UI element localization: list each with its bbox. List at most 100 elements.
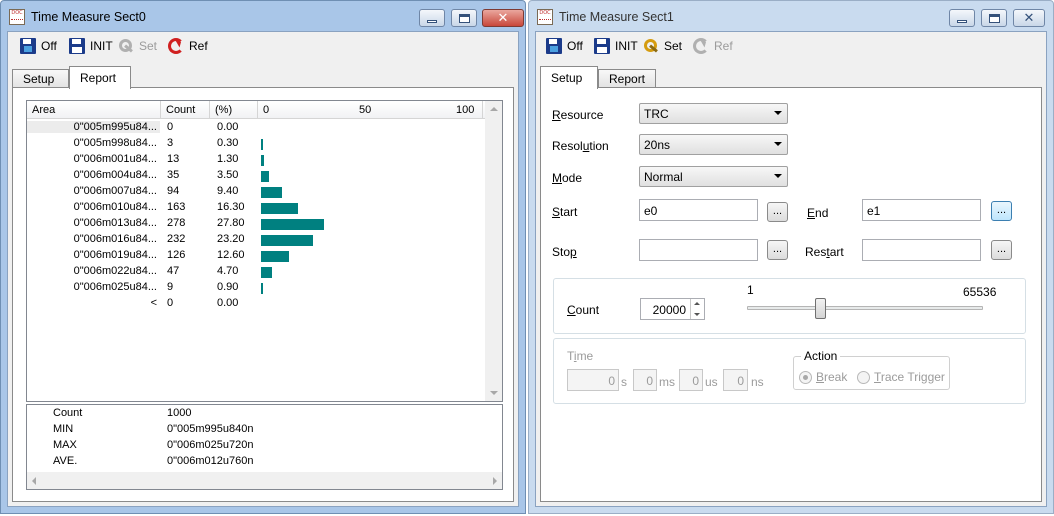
- end-input[interactable]: e1: [862, 199, 981, 221]
- time-ms-input[interactable]: 0: [633, 369, 657, 391]
- table-row[interactable]: <0 0.00: [27, 296, 487, 312]
- count-slider-track[interactable]: [747, 306, 983, 310]
- histogram-bar: [261, 219, 324, 230]
- off-button[interactable]: Off: [20, 37, 57, 54]
- minimize-icon: [427, 19, 437, 23]
- time-ns-input[interactable]: 0: [723, 369, 748, 391]
- horizontal-scrollbar[interactable]: [27, 472, 502, 489]
- floppy-disk-icon: [20, 37, 36, 54]
- column-percent[interactable]: (%): [210, 101, 258, 119]
- close-button[interactable]: ✕: [1013, 9, 1045, 27]
- stop-browse-button[interactable]: ...: [767, 240, 788, 260]
- tab-setup[interactable]: Setup: [12, 69, 69, 88]
- percent-cell: 0.00: [217, 297, 239, 309]
- refresh-icon: [168, 37, 184, 54]
- ref-button[interactable]: Ref: [693, 37, 733, 54]
- resolution-select[interactable]: 20ns: [639, 134, 788, 155]
- table-row[interactable]: 0"006m019u84... 126 12.60: [27, 248, 487, 264]
- count-group: Count 20000 1 65536: [553, 278, 1026, 334]
- minimize-button[interactable]: [949, 9, 975, 27]
- mode-value: Normal: [644, 170, 683, 184]
- vertical-scrollbar[interactable]: [485, 101, 502, 401]
- area-cell: 0"006m025u84...: [73, 281, 157, 293]
- floppy-disk-icon: [546, 37, 562, 54]
- report-panel: Area Count (%) 0 50 100 0"005m995u84... 0…: [12, 87, 514, 502]
- maximize-icon: [458, 13, 470, 23]
- set-button[interactable]: Set: [643, 37, 682, 54]
- scroll-down-icon[interactable]: [490, 391, 498, 395]
- window-client: Off INIT Set Ref Setup Report Area Count…: [7, 31, 519, 507]
- set-label: Set: [664, 38, 683, 53]
- minimize-button[interactable]: [419, 9, 445, 27]
- count-cell: 278: [167, 217, 186, 229]
- scroll-left-icon[interactable]: [32, 477, 36, 485]
- table-row[interactable]: 0"006m013u84... 278 27.80: [27, 216, 487, 232]
- maximize-button[interactable]: [451, 9, 477, 27]
- resource-select[interactable]: TRC: [639, 103, 788, 124]
- title-bar[interactable]: DOC Time Measure Sect1 ✕: [529, 1, 1053, 31]
- column-count[interactable]: Count: [161, 101, 210, 119]
- summary-value: 0"005m995u840n: [167, 423, 254, 435]
- restart-browse-button[interactable]: ...: [991, 240, 1012, 260]
- stop-input[interactable]: [639, 239, 758, 261]
- maximize-button[interactable]: [981, 9, 1007, 27]
- toolbar: Off INIT Set Ref: [8, 32, 518, 59]
- init-button[interactable]: INIT: [594, 37, 638, 54]
- tab-report[interactable]: Report: [598, 69, 656, 88]
- chevron-down-icon: [774, 174, 782, 178]
- window-title: Time Measure Sect0: [31, 10, 146, 24]
- column-graph[interactable]: 0 50 100: [258, 101, 483, 119]
- title-bar[interactable]: DOC Time Measure Sect0 ✕: [1, 1, 525, 31]
- ref-button[interactable]: Ref: [168, 37, 208, 54]
- time-us-input[interactable]: 0: [679, 369, 703, 391]
- table-row[interactable]: 0"006m004u84... 35 3.50: [27, 168, 487, 184]
- percent-cell: 23.20: [217, 233, 245, 245]
- tab-setup[interactable]: Setup: [540, 66, 598, 89]
- table-row[interactable]: 0"006m001u84... 13 1.30: [27, 152, 487, 168]
- off-button[interactable]: Off: [546, 37, 583, 54]
- restart-input[interactable]: [862, 239, 981, 261]
- count-spinner[interactable]: [690, 299, 704, 319]
- table-row[interactable]: 0"005m998u84... 3 0.30: [27, 136, 487, 152]
- toolbar: Off INIT Set Ref: [536, 32, 1046, 59]
- table-row[interactable]: 0"006m016u84... 232 23.20: [27, 232, 487, 248]
- break-radio[interactable]: Break: [799, 370, 847, 384]
- resolution-value: 20ns: [644, 138, 671, 152]
- tab-report[interactable]: Report: [69, 66, 131, 89]
- close-button[interactable]: ✕: [482, 9, 524, 27]
- scroll-right-icon[interactable]: [493, 477, 497, 485]
- trace-trigger-radio[interactable]: Trace Trigger: [857, 370, 945, 384]
- start-browse-button[interactable]: ...: [767, 202, 788, 222]
- area-cell: 0"005m995u84...: [27, 121, 160, 133]
- table-row[interactable]: 0"006m007u84... 94 9.40: [27, 184, 487, 200]
- end-browse-button[interactable]: ...: [991, 201, 1012, 221]
- percent-cell: 3.50: [217, 169, 239, 181]
- area-cell: 0"006m001u84...: [73, 153, 157, 165]
- summary-value: 0"006m012u760n: [167, 455, 254, 467]
- summary-value: 1000: [167, 407, 192, 419]
- ref-label: Ref: [714, 38, 733, 53]
- set-button[interactable]: Set: [118, 37, 157, 54]
- table-row[interactable]: 0"006m025u84... 9 0.90: [27, 280, 487, 296]
- percent-cell: 4.70: [217, 265, 239, 277]
- histogram-list[interactable]: Area Count (%) 0 50 100 0"005m995u84... 0…: [26, 100, 503, 402]
- area-cell: 0"006m010u84...: [73, 201, 157, 213]
- radio-icon: [799, 370, 812, 384]
- count-slider-min: 1: [747, 283, 754, 297]
- scroll-up-icon[interactable]: [490, 107, 498, 111]
- save-disk-icon: [69, 37, 85, 54]
- percent-cell: 12.60: [217, 249, 245, 261]
- time-measure-sect0-window: DOC Time Measure Sect0 ✕ Off INIT Set Re…: [0, 0, 526, 514]
- mode-select[interactable]: Normal: [639, 166, 788, 187]
- count-cell: 232: [167, 233, 186, 245]
- table-row[interactable]: 0"005m995u84... 0 0.00: [27, 120, 487, 136]
- table-row[interactable]: 0"006m010u84... 163 16.30: [27, 200, 487, 216]
- percent-cell: 27.80: [217, 217, 245, 229]
- count-slider-thumb[interactable]: [815, 298, 827, 319]
- start-input[interactable]: e0: [639, 199, 758, 221]
- init-button[interactable]: INIT: [69, 37, 113, 54]
- column-area[interactable]: Area: [27, 101, 161, 119]
- refresh-icon: [693, 37, 709, 54]
- time-seconds-input[interactable]: 0: [567, 369, 619, 391]
- table-row[interactable]: 0"006m022u84... 47 4.70: [27, 264, 487, 280]
